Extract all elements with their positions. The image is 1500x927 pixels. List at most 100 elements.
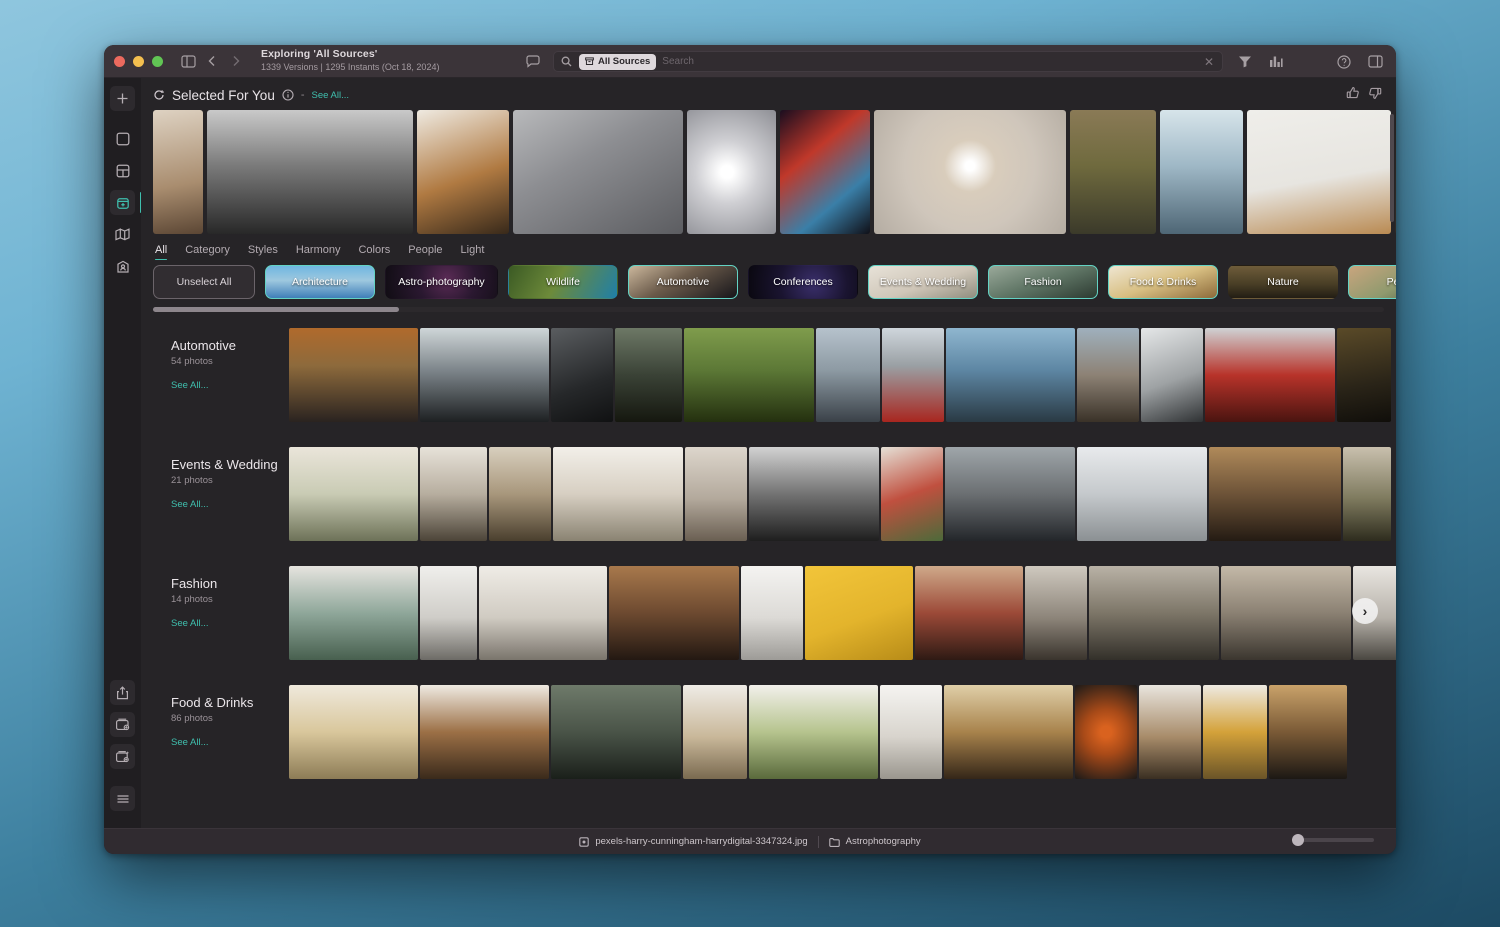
photo-steak-dinner-plate[interactable] — [1139, 685, 1201, 779]
photo-grey-suv-desert[interactable] — [1077, 328, 1139, 422]
section-photo-strip[interactable]: › — [289, 566, 1396, 660]
hero-thumbnail-spiral-staircase[interactable] — [874, 110, 1066, 234]
comment-icon[interactable] — [522, 51, 544, 73]
photo-red-ferrari[interactable] — [1205, 328, 1335, 422]
source-chip[interactable]: All Sources — [579, 53, 657, 70]
category-chip-architecture[interactable]: Architecture — [265, 265, 375, 299]
section-photo-strip[interactable] — [289, 447, 1396, 541]
filter-tab-harmony[interactable]: Harmony — [296, 244, 341, 260]
photo-white-plate-dish[interactable] — [880, 685, 942, 779]
sidebar-item-map-view[interactable] — [110, 222, 135, 247]
chevron-left-icon[interactable] — [201, 50, 223, 72]
photo-models-white-outfits[interactable] — [479, 566, 607, 660]
menu-button[interactable] — [110, 786, 135, 811]
search-input[interactable]: Search — [662, 56, 1198, 67]
photo-avocado-salad-bowl[interactable] — [749, 685, 878, 779]
category-chip-astro-photography[interactable]: Astro-photography — [385, 265, 498, 299]
photo-green-shirts-hangers[interactable] — [289, 566, 418, 660]
thumbnail-zoom-slider[interactable] — [1292, 834, 1374, 846]
selected-for-you-see-all[interactable]: See All... — [312, 90, 350, 101]
hero-vertical-scrollbar[interactable] — [1390, 114, 1394, 222]
funnel-icon[interactable] — [1234, 51, 1256, 73]
chips-scrollbar-track[interactable] — [153, 307, 1384, 312]
photo-green-porsche-field[interactable] — [684, 328, 814, 422]
photo-yellow-car-garage[interactable] — [1337, 328, 1391, 422]
photo-steak-mushrooms-plate[interactable] — [420, 685, 549, 779]
photo-couple-floral-arch[interactable] — [289, 447, 418, 541]
category-chip-automotive[interactable]: Automotive — [628, 265, 738, 299]
filter-tab-people[interactable]: People — [408, 244, 442, 260]
sidebar-item-library-view[interactable] — [110, 190, 142, 215]
refresh-icon[interactable] — [153, 89, 165, 101]
section-photo-strip[interactable] — [289, 685, 1396, 779]
photo-car-interior-wheel[interactable] — [551, 328, 613, 422]
photo-street-style-group[interactable] — [1089, 566, 1219, 660]
hero-thumbnail-dark-doorway[interactable] — [1395, 110, 1396, 234]
magic-photos-button[interactable] — [110, 744, 135, 769]
photo-skillet-pancakes[interactable] — [1269, 685, 1347, 779]
photo-woman-walking-handbag[interactable] — [1221, 566, 1351, 660]
photo-black-coupe-road[interactable] — [420, 328, 549, 422]
help-circle-icon[interactable] — [1333, 51, 1355, 73]
photo-tomato-soup-bowl[interactable] — [1075, 685, 1137, 779]
bar-chart-icon[interactable] — [1265, 51, 1287, 73]
photo-red-sportscar-road[interactable] — [882, 328, 944, 422]
hero-thumbnail-cloister-corridor[interactable] — [1070, 110, 1156, 234]
photo-black-suv-forest[interactable] — [615, 328, 682, 422]
section-photo-strip[interactable] — [289, 328, 1396, 422]
close-window-button[interactable] — [114, 55, 125, 67]
hero-thumbnail-wooden-desk-shelves[interactable] — [417, 110, 509, 234]
photo-models-red-jacket[interactable] — [915, 566, 1023, 660]
photo-hands-ring-bouquet[interactable] — [553, 447, 683, 541]
photo-palm-wedding-edge[interactable] — [1343, 447, 1391, 541]
photo-salmon-greens-plate[interactable] — [551, 685, 681, 779]
hero-thumbnail-bw-crowd-windows[interactable] — [207, 110, 413, 234]
photo-toast-egg-plate[interactable] — [1203, 685, 1267, 779]
category-chip-food-drinks[interactable]: Food & Drinks — [1108, 265, 1218, 299]
hero-thumbnail-oculus-transit-hub[interactable] — [1160, 110, 1243, 234]
import-photos-button[interactable] — [110, 712, 135, 737]
photo-wedding-ceremony-outdoor[interactable] — [489, 447, 551, 541]
photo-white-sportscar-mountain[interactable] — [816, 328, 880, 422]
category-chip-wildlife[interactable]: Wildlife — [508, 265, 618, 299]
chips-scrollbar-thumb[interactable] — [153, 307, 400, 312]
close-icon[interactable]: ✕ — [1204, 55, 1216, 69]
sidebar-item-single-view[interactable] — [110, 126, 135, 151]
photo-bride-veil-back[interactable] — [685, 447, 747, 541]
category-chip-unselect-all[interactable]: Unselect All — [153, 265, 255, 299]
scroll-right-chevron-icon[interactable]: › — [1352, 598, 1378, 624]
inspector-panel-icon[interactable] — [1364, 51, 1386, 73]
photo-pasta-parmesan-closeup[interactable] — [944, 685, 1073, 779]
photo-yellow-background-sneaker[interactable] — [805, 566, 913, 660]
photo-bouquet-flowers[interactable] — [881, 447, 943, 541]
sidebar-item-people-view[interactable] — [110, 254, 135, 279]
hero-thumbnail-macro-oil-bubbles[interactable] — [780, 110, 870, 234]
selected-for-you-strip[interactable] — [153, 110, 1396, 234]
category-chip-fashion[interactable]: Fashion — [988, 265, 1098, 299]
photo-wedding-party-indoor[interactable] — [1209, 447, 1341, 541]
hero-thumbnail-white-spiral-abstract[interactable] — [687, 110, 776, 234]
minimize-window-button[interactable] — [133, 55, 144, 67]
filter-tab-colors[interactable]: Colors — [358, 244, 390, 260]
info-circle-icon[interactable] — [282, 89, 294, 101]
category-chip-conferences[interactable]: Conferences — [748, 265, 858, 299]
hero-thumbnail-parking-garage-cars[interactable] — [513, 110, 683, 234]
photo-store-interior-rack[interactable] — [1025, 566, 1087, 660]
filter-tab-all[interactable]: All — [155, 244, 168, 260]
thumbnail-zoom-knob[interactable] — [1292, 834, 1304, 846]
photo-silver-mercedes-autumn[interactable] — [289, 328, 418, 422]
photo-clothing-rack-white[interactable] — [420, 566, 477, 660]
share-button[interactable] — [110, 680, 135, 705]
zoom-window-button[interactable] — [152, 55, 163, 67]
section-see-all[interactable]: See All... — [171, 499, 289, 510]
search-bar[interactable]: All Sources Search ✕ — [553, 51, 1223, 72]
category-chip-nature[interactable]: Nature — [1228, 265, 1338, 299]
filter-tab-light[interactable]: Light — [461, 244, 485, 260]
photo-bowl-on-table[interactable] — [683, 685, 747, 779]
photo-bw-wedding-group[interactable] — [749, 447, 879, 541]
filter-tab-category[interactable]: Category — [185, 244, 230, 260]
thumbs-down-icon[interactable] — [1368, 86, 1382, 105]
photo-bride-long-dress-snow[interactable] — [1077, 447, 1207, 541]
photo-blue-supercar-lake[interactable] — [946, 328, 1075, 422]
photo-plaid-shirts-closet[interactable] — [609, 566, 739, 660]
